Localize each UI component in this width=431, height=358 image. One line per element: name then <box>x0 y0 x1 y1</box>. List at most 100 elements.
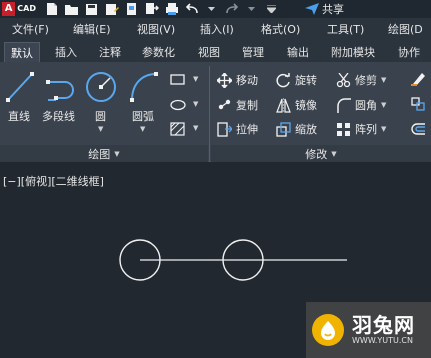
ellipse-icon[interactable] <box>170 99 186 111</box>
copy-label: 复制 <box>236 99 258 112</box>
watermark-text: 羽兔网 WWW.YUTU.CN <box>352 314 415 346</box>
rotate-button[interactable]: 旋转 <box>276 72 317 88</box>
publish-web-icon[interactable] <box>124 2 139 17</box>
modify-panel-title: 修改 <box>305 147 328 161</box>
send-icon <box>305 3 319 15</box>
tab-annotate[interactable]: 注释 <box>99 44 121 60</box>
erase-icon[interactable] <box>410 71 426 87</box>
arc-dropdown-icon[interactable]: ▼ <box>140 125 145 133</box>
new-file-icon[interactable] <box>44 2 59 17</box>
rectangle-icon[interactable] <box>170 74 186 86</box>
open-folder-icon[interactable] <box>64 2 79 17</box>
fillet-label: 圆角 <box>355 99 377 112</box>
redo-dropdown-icon[interactable] <box>244 2 259 17</box>
undo-icon[interactable] <box>184 2 199 17</box>
watermark-url: WWW.YUTU.CN <box>352 336 413 345</box>
mirror-button[interactable]: 镜像 <box>276 97 317 113</box>
trim-icon <box>336 72 351 87</box>
tab-parametric[interactable]: 参数化 <box>142 44 175 60</box>
move-button[interactable]: 移动 <box>217 72 258 88</box>
stretch-button[interactable]: 拉伸 <box>217 121 258 137</box>
trim-label: 修剪 <box>355 74 377 87</box>
copy-button[interactable]: 复制 <box>217 97 258 113</box>
tab-insert[interactable]: 插入 <box>55 44 77 60</box>
array-label: 阵列 <box>355 123 377 136</box>
menu-format[interactable]: 格式(O) <box>261 21 300 37</box>
mirror-label: 镜像 <box>295 99 317 112</box>
rotate-label: 旋转 <box>295 74 317 87</box>
tab-view[interactable]: 视图 <box>198 44 220 60</box>
menu-tools[interactable]: 工具(T) <box>327 21 364 37</box>
array-dropdown-icon: ▼ <box>381 125 387 133</box>
draw-panel-title: 绘图 <box>88 147 111 161</box>
tab-manage[interactable]: 管理 <box>242 44 264 60</box>
redo-icon[interactable] <box>224 2 239 17</box>
arc-icon[interactable] <box>128 70 160 104</box>
menu-insert[interactable]: 插入(I) <box>200 21 234 37</box>
hatch-dropdown-icon[interactable]: ▼ <box>193 124 198 132</box>
circle-icon[interactable] <box>85 70 117 104</box>
fillet-button[interactable]: 圆角 ▼ <box>336 97 386 113</box>
draw-panel-footer[interactable]: 绘图 ▼ <box>0 145 208 162</box>
tab-default[interactable]: 默认 <box>4 42 40 62</box>
circle-button-label[interactable]: 圆 <box>95 108 106 124</box>
polyline-icon[interactable] <box>45 72 77 104</box>
tab-output[interactable]: 输出 <box>287 44 309 60</box>
array-button[interactable]: 阵列 ▼ <box>336 121 386 137</box>
scale-button[interactable]: 缩放 <box>276 121 317 137</box>
menu-bar: 文件(F) 编辑(E) 视图(V) 插入(I) 格式(O) 工具(T) 绘图(D <box>0 18 431 39</box>
ellipse-dropdown-icon[interactable]: ▼ <box>193 100 198 108</box>
watermark-logo-icon <box>312 314 344 346</box>
polyline-button-label[interactable]: 多段线 <box>42 108 75 124</box>
undo-dropdown-icon[interactable] <box>204 2 219 17</box>
rotate-icon <box>276 72 290 87</box>
menu-draw[interactable]: 绘图(D <box>388 21 423 37</box>
draw-panel-expand-icon: ▼ <box>114 149 120 158</box>
circle-dropdown-icon[interactable]: ▼ <box>98 125 103 133</box>
share-drawing-icon[interactable] <box>144 2 159 17</box>
hatch-icon[interactable] <box>170 122 186 136</box>
modify-panel-footer[interactable]: 修改 ▼ <box>211 145 431 162</box>
move-label: 移动 <box>236 74 258 87</box>
scale-label: 缩放 <box>295 123 317 136</box>
offset-icon[interactable] <box>410 121 426 137</box>
ribbon-panel: 直线 多段线 圆 ▼ 圆弧 ▼ ▼ ▼ ▼ 绘图 ▼ 移动 旋转 修剪 ▼ 复制… <box>0 62 431 162</box>
panel-divider <box>209 66 210 161</box>
quick-access-toolbar <box>44 0 279 18</box>
share-button[interactable]: 共享 <box>305 1 344 17</box>
explode-icon[interactable] <box>410 96 426 112</box>
share-label: 共享 <box>322 3 344 16</box>
modify-panel-expand-icon: ▼ <box>331 149 337 158</box>
trim-dropdown-icon: ▼ <box>381 76 387 84</box>
fillet-icon <box>337 97 351 113</box>
app-logo-text: CAD <box>17 4 36 13</box>
menu-edit[interactable]: 编辑(E) <box>73 21 111 37</box>
trim-button[interactable]: 修剪 ▼ <box>336 72 386 88</box>
ribbon-tabs: 默认 插入 注释 参数化 视图 管理 输出 附加模块 协作 <box>0 39 431 62</box>
mirror-icon <box>276 97 291 113</box>
stretch-icon <box>217 121 232 137</box>
save-as-icon[interactable] <box>104 2 119 17</box>
arc-button-label[interactable]: 圆弧 <box>132 108 154 124</box>
array-icon <box>337 122 350 136</box>
customize-toolbar-icon[interactable] <box>264 2 279 17</box>
plot-icon[interactable] <box>164 2 179 17</box>
move-icon <box>217 72 232 88</box>
rectangle-dropdown-icon[interactable]: ▼ <box>193 75 198 83</box>
tab-collaborate[interactable]: 协作 <box>398 44 420 60</box>
watermark-brand: 羽兔网 <box>352 313 415 337</box>
app-logo-mark: A <box>2 1 16 16</box>
app-logo[interactable]: A CAD <box>2 1 36 16</box>
title-bar: A CAD 共享 <box>0 0 431 18</box>
tab-addins[interactable]: 附加模块 <box>331 44 375 60</box>
menu-view[interactable]: 视图(V) <box>137 21 175 37</box>
scale-icon <box>276 121 291 137</box>
stretch-label: 拉伸 <box>236 123 258 136</box>
watermark: 羽兔网 WWW.YUTU.CN <box>306 302 431 358</box>
line-icon[interactable] <box>5 70 35 104</box>
fillet-dropdown-icon: ▼ <box>381 101 387 109</box>
save-icon[interactable] <box>84 2 99 17</box>
line-button-label[interactable]: 直线 <box>8 108 30 124</box>
menu-file[interactable]: 文件(F) <box>12 21 49 37</box>
copy-icon <box>218 99 231 109</box>
